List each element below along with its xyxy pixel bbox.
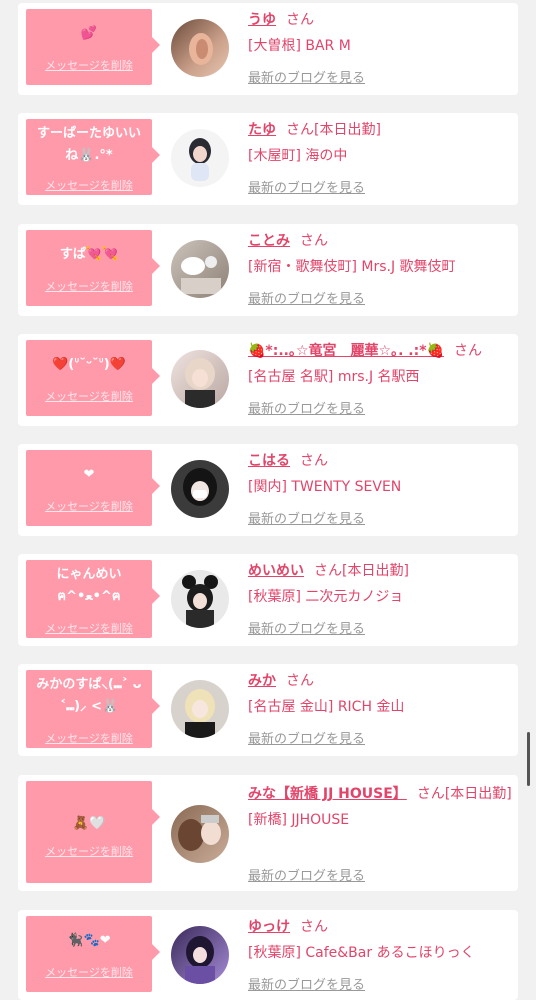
message-card: にゃんめい ฅ^•ﻌ•^ฅ メッセージを削除 めいめい さん[本日出勤] [秋葉原… [18, 554, 518, 646]
message-bubble: にゃんめい ฅ^•ﻌ•^ฅ メッセージを削除 [26, 560, 160, 638]
latest-blog-link[interactable]: 最新のブログを見る [248, 865, 365, 884]
message-card: 💕 メッセージを削除 うゆ さん [大曽根] BAR M 最新のブログを見る [18, 3, 518, 95]
cast-name-link[interactable]: うゆ [248, 12, 276, 28]
delete-message-link[interactable]: メッセージを削除 [26, 964, 152, 980]
honorific: さん [286, 122, 314, 138]
avatar[interactable] [171, 926, 229, 984]
cast-name-link[interactable]: みな【新橋 JJ HOUSE】 [248, 786, 407, 802]
delete-message-link[interactable]: メッセージを削除 [26, 498, 152, 514]
delete-message-link[interactable]: メッセージを削除 [26, 843, 152, 859]
shop-name: [秋葉原] 二次元カノジョ [248, 589, 404, 605]
avatar[interactable] [171, 19, 229, 77]
delete-message-link[interactable]: メッセージを削除 [26, 730, 152, 746]
message-text: みかのすぱ⸜(⑉˃ ᴗ ˂⑉)⸝ <🐰 [36, 677, 147, 714]
honorific: さん [416, 786, 445, 802]
cast-name-link[interactable]: みか [248, 673, 276, 689]
message-text: 🧸🤍 [72, 816, 106, 831]
honorific: さん [300, 919, 328, 935]
message-bubble: 💕 メッセージを削除 [26, 9, 160, 85]
girl-photo-icon [185, 689, 215, 738]
message-bubble: 🧸🤍 メッセージを削除 [26, 781, 160, 883]
cast-name-link[interactable]: たゆ [248, 122, 276, 138]
shop-name: [関内] TWENTY SEVEN [248, 479, 402, 495]
message-card: みかのすぱ⸜(⑉˃ ᴗ ˂⑉)⸝ <🐰 メッセージを削除 みか さん [名古屋 金… [18, 664, 518, 756]
girl-photo-icon [178, 815, 221, 851]
cast-name-link[interactable]: めいめい [248, 563, 304, 579]
shop-name: [名古屋 名駅] mrs.J 名駅西 [248, 369, 420, 385]
latest-blog-link[interactable]: 最新のブログを見る [248, 618, 365, 637]
avatar[interactable] [171, 129, 229, 187]
girl-photo-icon [185, 358, 215, 408]
cast-name-link[interactable]: 🍓*:..｡☆竜宮 麗華☆｡. .:*🍓 [248, 343, 444, 359]
girl-photo-icon [185, 936, 215, 984]
message-card: 🐈‍⬛🐾❤ メッセージを削除 ゆっけ さん [秋葉原] Cafe&Bar あるこほ… [18, 910, 518, 1000]
honorific: さん [286, 673, 314, 689]
latest-blog-link[interactable]: 最新のブログを見る [248, 508, 365, 527]
delete-message-link[interactable]: メッセージを削除 [26, 388, 152, 404]
girl-photo-icon [181, 256, 221, 294]
cast-name-link[interactable]: ことみ [248, 233, 290, 249]
message-bubble: ❤ メッセージを削除 [26, 450, 160, 526]
scrollbar-thumb[interactable] [527, 732, 530, 786]
message-bubble: 🐈‍⬛🐾❤ メッセージを削除 [26, 916, 160, 992]
message-text: 💕 [80, 26, 98, 41]
delete-message-link[interactable]: メッセージを削除 [26, 278, 152, 294]
girl-photo-icon [182, 575, 218, 628]
shop-name: [木屋町] 海の中 [248, 148, 348, 164]
latest-blog-link[interactable]: 最新のブログを見る [248, 728, 365, 747]
shop-name: [大曽根] BAR M [248, 38, 351, 54]
latest-blog-link[interactable]: 最新のブログを見る [248, 67, 365, 86]
message-text: すぱ💘💘 [59, 247, 119, 262]
message-text: にゃんめい ฅ^•ﻌ•^ฅ [56, 567, 127, 604]
message-text: すーぱーたゆいいね🐰.°* [36, 126, 141, 163]
status-badge: [本日出勤] [314, 122, 381, 138]
message-text: ❤️(ᐡ˘ᵕ˘ᐡ)❤️ [52, 357, 126, 372]
latest-blog-link[interactable]: 最新のブログを見る [248, 177, 365, 196]
latest-blog-link[interactable]: 最新のブログを見る [248, 398, 365, 417]
avatar[interactable] [171, 570, 229, 628]
shop-name: [新橋] JJHOUSE [248, 812, 350, 828]
shop-name: [秋葉原] Cafe&Bar あるこほりっく [248, 945, 475, 961]
girl-photo-icon [183, 468, 217, 506]
delete-message-link[interactable]: メッセージを削除 [26, 620, 152, 636]
avatar[interactable] [171, 350, 229, 408]
honorific: さん [300, 453, 328, 469]
message-bubble: みかのすぱ⸜(⑉˃ ᴗ ˂⑉)⸝ <🐰 メッセージを削除 [26, 670, 160, 748]
avatar[interactable] [171, 680, 229, 738]
status-badge: [本日出勤] [444, 786, 512, 802]
shop-name: [名古屋 金山] RICH 金山 [248, 699, 405, 715]
message-bubble: すぱ💘💘 メッセージを削除 [26, 230, 160, 306]
message-bubble: すーぱーたゆいいね🐰.°* メッセージを削除 [26, 119, 160, 195]
honorific: さん [314, 563, 342, 579]
shop-name: [新宿・歌舞伎町] Mrs.J 歌舞伎町 [248, 259, 456, 275]
message-text: ❤ [83, 467, 95, 482]
latest-blog-link[interactable]: 最新のブログを見る [248, 288, 365, 307]
girl-photo-icon [189, 138, 211, 181]
cast-name-link[interactable]: こはる [248, 453, 290, 469]
message-card: ❤ メッセージを削除 こはる さん [関内] TWENTY SEVEN 最新のブロ… [18, 444, 518, 536]
message-card: ❤️(ᐡ˘ᵕ˘ᐡ)❤️ メッセージを削除 🍓*:..｡☆竜宮 麗華☆｡. .:*… [18, 334, 518, 426]
delete-message-link[interactable]: メッセージを削除 [26, 57, 152, 73]
status-badge: [本日出勤] [342, 563, 409, 579]
message-card: 🧸🤍 メッセージを削除 みな【新橋 JJ HOUSE】 さん[本日出勤] [新橋]… [18, 775, 518, 891]
delete-message-link[interactable]: メッセージを削除 [26, 177, 152, 193]
ear-photo-icon [189, 33, 213, 65]
message-card: すぱ💘💘 メッセージを削除 ことみ さん [新宿・歌舞伎町] Mrs.J 歌舞伎町… [18, 224, 518, 316]
avatar[interactable] [171, 240, 229, 298]
honorific: さん [286, 12, 314, 28]
message-bubble: ❤️(ᐡ˘ᵕ˘ᐡ)❤️ メッセージを削除 [26, 340, 160, 416]
honorific: さん [300, 233, 328, 249]
avatar[interactable] [171, 805, 229, 863]
honorific: さん [453, 343, 482, 359]
avatar[interactable] [171, 460, 229, 518]
latest-blog-link[interactable]: 最新のブログを見る [248, 974, 365, 993]
message-text: 🐈‍⬛🐾❤ [67, 933, 111, 948]
cast-name-link[interactable]: ゆっけ [248, 919, 290, 935]
message-card: すーぱーたゆいいね🐰.°* メッセージを削除 たゆ さん[本日出勤] [木屋町] … [18, 113, 518, 205]
